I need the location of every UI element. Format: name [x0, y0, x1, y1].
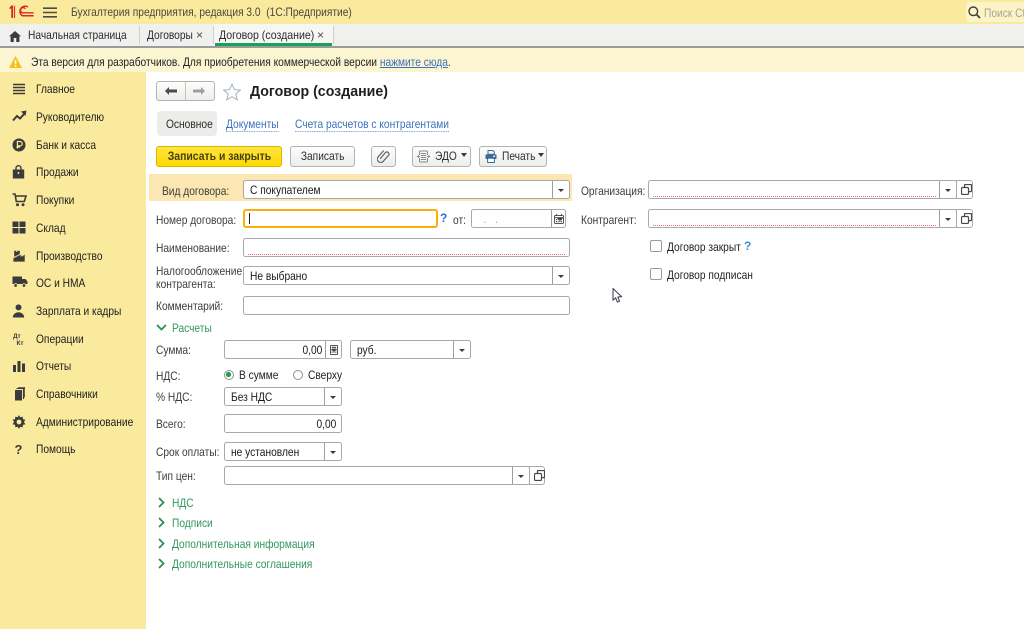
svg-text:?: ?	[15, 442, 23, 456]
svg-text:Дт: Дт	[13, 333, 21, 340]
svg-text:Кт: Кт	[17, 340, 24, 346]
